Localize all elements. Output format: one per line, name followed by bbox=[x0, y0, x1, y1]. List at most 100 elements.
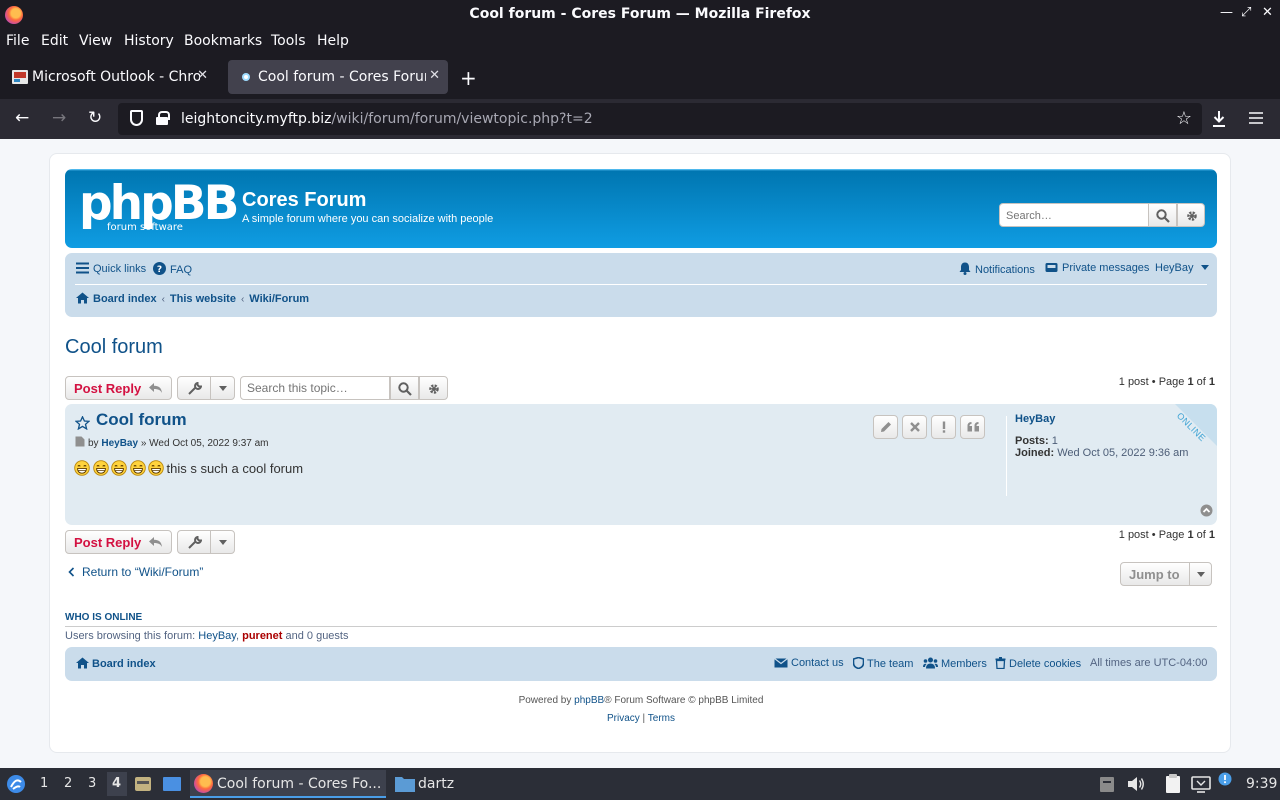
quick-links[interactable]: Quick links bbox=[76, 262, 146, 275]
topic-tools-button-bottom[interactable] bbox=[177, 530, 235, 554]
update-notification-icon[interactable] bbox=[1218, 772, 1232, 786]
delete-post-button[interactable] bbox=[902, 415, 927, 439]
reply-icon bbox=[149, 383, 162, 393]
online-user-heybay[interactable]: HeyBay bbox=[198, 630, 236, 642]
tab-outlook[interactable]: Microsoft Outlook - Chrome ✕ bbox=[2, 60, 216, 94]
workspace-3[interactable]: 3 bbox=[88, 776, 96, 791]
user-menu[interactable]: HeyBay bbox=[1155, 262, 1209, 274]
header-advanced-search-button[interactable] bbox=[1177, 203, 1205, 227]
report-post-button[interactable] bbox=[931, 415, 956, 439]
who-is-online-title[interactable]: WHO IS ONLINE bbox=[65, 612, 142, 623]
app-menu-icon[interactable] bbox=[1249, 111, 1263, 125]
lock-icon[interactable] bbox=[156, 111, 170, 125]
start-menu-icon[interactable] bbox=[6, 774, 26, 794]
members-link[interactable]: Members bbox=[923, 657, 987, 670]
header-search-input[interactable] bbox=[1004, 206, 1149, 226]
topic-tools-caret-icon bbox=[210, 531, 234, 553]
profile-username[interactable]: HeyBay bbox=[1015, 413, 1055, 425]
bookmark-star-icon[interactable] bbox=[75, 416, 90, 430]
notifications-link[interactable]: Notifications bbox=[959, 262, 1035, 276]
contact-us-link[interactable]: Contact us bbox=[774, 657, 844, 669]
grin-smiley-icon bbox=[92, 460, 109, 476]
topic-advanced-search-button[interactable] bbox=[419, 376, 448, 400]
post-author-link[interactable]: HeyBay bbox=[101, 438, 138, 449]
reload-icon[interactable]: ↻ bbox=[88, 108, 102, 128]
back-icon[interactable]: ← bbox=[15, 108, 29, 128]
jump-to-button[interactable]: Jump to bbox=[1120, 562, 1212, 586]
tab-cores-forum[interactable]: Cool forum - Cores Forum ✕ bbox=[228, 60, 448, 94]
minimize-icon[interactable]: — bbox=[1220, 5, 1233, 20]
quote-post-button[interactable] bbox=[960, 415, 985, 439]
envelope-icon bbox=[774, 658, 788, 668]
taskbar-firefox-window[interactable]: Cool forum - Cores Fo... bbox=[190, 770, 386, 798]
show-desktop-icon[interactable] bbox=[162, 775, 182, 793]
menu-bar: File Edit View History Bookmarks Tools H… bbox=[0, 29, 1280, 55]
new-tab-icon[interactable]: + bbox=[460, 66, 477, 90]
post-reply-button[interactable]: Post Reply bbox=[65, 376, 172, 400]
topic-search-field[interactable] bbox=[240, 376, 390, 400]
header-search-button[interactable] bbox=[1148, 203, 1177, 227]
maximize-icon[interactable]: ⤢ bbox=[1241, 5, 1251, 20]
topic-search-button[interactable] bbox=[390, 376, 419, 400]
post-reply-button-bottom[interactable]: Post Reply bbox=[65, 530, 172, 554]
breadcrumb-board-index[interactable]: Board index bbox=[93, 293, 157, 305]
taskbar: 1 2 3 4 Cool forum - Cores Fo... dartz 9… bbox=[0, 768, 1280, 800]
menu-edit[interactable]: Edit bbox=[41, 33, 68, 49]
breadcrumb-this-website[interactable]: This website bbox=[170, 293, 236, 305]
gear-icon bbox=[1187, 211, 1197, 221]
menu-bookmarks[interactable]: Bookmarks bbox=[184, 33, 262, 49]
breadcrumb-wiki-forum[interactable]: Wiki/Forum bbox=[249, 293, 309, 305]
back-to-top-icon[interactable] bbox=[1200, 504, 1213, 517]
notes-tray-icon[interactable] bbox=[1164, 774, 1182, 794]
workspace-2[interactable]: 2 bbox=[64, 776, 72, 791]
post-byline: by HeyBay » Wed Oct 05, 2022 9:37 am bbox=[75, 436, 269, 449]
menu-help[interactable]: Help bbox=[317, 33, 349, 49]
menu-tools[interactable]: Tools bbox=[271, 33, 306, 49]
page-viewport: phpBB forum software Cores Forum A simpl… bbox=[0, 139, 1280, 768]
who-is-online-text: Users browsing this forum: HeyBay, puren… bbox=[65, 630, 349, 642]
display-tray-icon[interactable] bbox=[1191, 775, 1211, 793]
menu-history[interactable]: History bbox=[124, 33, 174, 49]
volume-icon[interactable] bbox=[1127, 776, 1145, 792]
post-title[interactable]: Cool forum bbox=[96, 410, 187, 430]
site-title[interactable]: Cores Forum bbox=[242, 189, 366, 212]
exclamation-icon bbox=[942, 421, 946, 433]
privacy-link[interactable]: Privacy bbox=[607, 713, 640, 724]
file-manager-launcher-icon[interactable] bbox=[134, 775, 152, 793]
the-team-link[interactable]: The team bbox=[853, 657, 913, 670]
tab-close-icon[interactable]: ✕ bbox=[197, 68, 208, 83]
topic-title[interactable]: Cool forum bbox=[65, 336, 163, 359]
terms-link[interactable]: Terms bbox=[648, 713, 675, 724]
forward-icon[interactable]: → bbox=[52, 108, 66, 128]
faq-link[interactable]: ? FAQ bbox=[153, 262, 192, 276]
clock[interactable]: 9:39 bbox=[1246, 776, 1277, 792]
downloads-icon[interactable] bbox=[1211, 110, 1227, 128]
topic-tools-button[interactable] bbox=[177, 376, 235, 400]
menu-file[interactable]: File bbox=[6, 33, 29, 49]
private-messages-link[interactable]: Private messages bbox=[1045, 262, 1149, 274]
phpbb-logo[interactable]: phpBB forum software bbox=[79, 179, 239, 234]
who-suffix: and 0 guests bbox=[282, 630, 349, 642]
menu-view[interactable]: View bbox=[79, 33, 112, 49]
delete-cookies-link[interactable]: Delete cookies bbox=[995, 657, 1081, 670]
topic-tools-caret-icon bbox=[210, 377, 234, 399]
tab-close-icon[interactable]: ✕ bbox=[429, 68, 440, 83]
footer-board-index[interactable]: Board index bbox=[76, 657, 156, 670]
phpbb-link[interactable]: phpBB bbox=[574, 695, 604, 706]
return-to-forum-link[interactable]: Return to “Wiki/Forum” bbox=[68, 565, 203, 579]
profile-posts-value[interactable]: 1 bbox=[1052, 435, 1058, 447]
bookmark-star-icon[interactable]: ☆ bbox=[1176, 108, 1192, 129]
url-text[interactable]: leightoncity.myftp.biz/wiki/forum/forum/… bbox=[181, 111, 593, 127]
tracking-protection-icon[interactable] bbox=[130, 110, 143, 126]
close-window-icon[interactable]: ✕ bbox=[1262, 5, 1273, 20]
topic-search-input[interactable] bbox=[245, 378, 385, 398]
return-link-label: Return to “Wiki/Forum” bbox=[82, 565, 204, 579]
edit-post-button[interactable] bbox=[873, 415, 898, 439]
clipboard-tray-icon[interactable] bbox=[1099, 775, 1115, 793]
workspace-4[interactable]: 4 bbox=[112, 776, 121, 791]
online-user-purenet[interactable]: purenet bbox=[242, 630, 282, 642]
footer-navbar: Board index Contact us The team Members … bbox=[65, 647, 1217, 681]
address-bar[interactable]: leightoncity.myftp.biz/wiki/forum/forum/… bbox=[118, 103, 1202, 135]
workspace-1[interactable]: 1 bbox=[40, 776, 48, 791]
users-icon bbox=[923, 657, 938, 669]
